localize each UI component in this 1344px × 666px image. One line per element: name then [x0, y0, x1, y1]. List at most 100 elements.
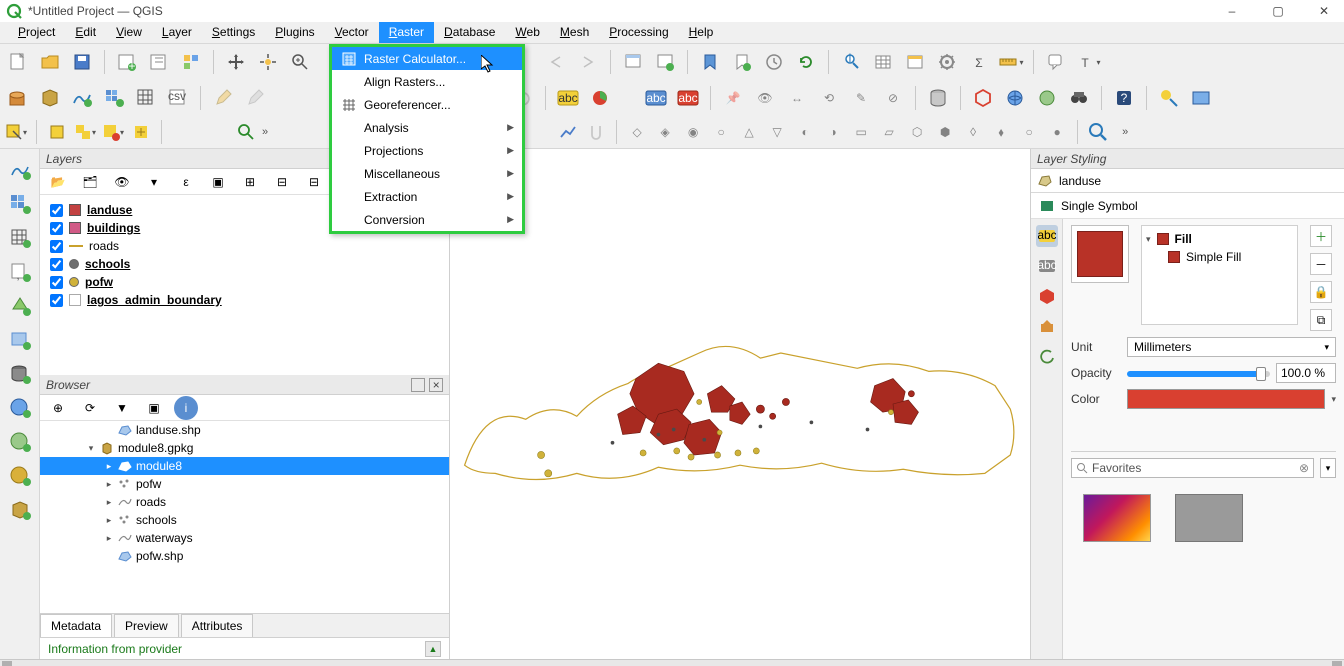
browser-item-roads[interactable]: ▸roads [40, 493, 449, 511]
favorites-search[interactable]: Favorites ⊗ [1071, 458, 1314, 478]
favorites-menu-button[interactable]: ▾ [1320, 458, 1336, 478]
labels-tab[interactable]: abc [1036, 255, 1058, 277]
add-geopackage-vbtn[interactable] [7, 497, 33, 523]
menu-raster[interactable]: Raster [379, 22, 434, 43]
database-button[interactable] [924, 84, 952, 112]
label-abc-blue-button[interactable]: abc [642, 84, 670, 112]
menu-project[interactable]: Project [8, 22, 65, 43]
fill-remove-button[interactable]: － [1310, 253, 1332, 275]
symbol-type-selector[interactable]: Single Symbol [1031, 193, 1344, 219]
plugin-binoculars-button[interactable] [1065, 84, 1093, 112]
map-canvas[interactable] [450, 149, 1030, 659]
toolbar-overflow-2[interactable]: » [1122, 126, 1128, 138]
layers-collapse-button[interactable]: ⊟ [270, 170, 294, 194]
browser-refresh-button[interactable]: ⟳ [78, 396, 102, 420]
menu-help[interactable]: Help [679, 22, 724, 43]
opacity-value-input[interactable]: 100.0 % [1276, 363, 1336, 383]
fill-add-button[interactable]: ＋ [1310, 225, 1332, 247]
deselect-button[interactable] [45, 120, 69, 144]
raster-menu-item-projections[interactable]: Projections▶ [332, 139, 522, 162]
pan-button[interactable] [222, 48, 250, 76]
browser-tab-attributes[interactable]: Attributes [181, 614, 254, 637]
plugin-misc2-button[interactable] [1187, 84, 1215, 112]
menu-view[interactable]: View [106, 22, 152, 43]
browser-item-module8[interactable]: ▸module8 [40, 457, 449, 475]
chart-line-button[interactable] [556, 120, 580, 144]
browser-item-module8-gpkg[interactable]: ▾module8.gpkg [40, 439, 449, 457]
menu-plugins[interactable]: Plugins [265, 22, 324, 43]
menu-web[interactable]: Web [505, 22, 549, 43]
new-geopackage-button[interactable] [36, 84, 64, 112]
grey-swatch[interactable] [1175, 494, 1243, 542]
add-wfs-vbtn[interactable] [7, 463, 33, 489]
new-map-view-button[interactable] [619, 48, 647, 76]
browser-add-button[interactable]: ⊕ [46, 396, 70, 420]
browser-properties-button[interactable]: i [174, 396, 198, 420]
layer-checkbox-roads[interactable] [50, 240, 63, 253]
add-delimited-text-button[interactable]: csv [164, 84, 192, 112]
browser-panel-close-button[interactable]: × [429, 378, 443, 392]
menu-processing[interactable]: Processing [599, 22, 678, 43]
add-vector-layer-button[interactable] [68, 84, 96, 112]
browser-item-pofw[interactable]: ▸pofw [40, 475, 449, 493]
raster-menu-item-align-rasters[interactable]: Align Rasters... [332, 70, 522, 93]
add-wms-vbtn[interactable] [7, 395, 33, 421]
color-button[interactable] [1127, 389, 1325, 409]
add-wcs-vbtn[interactable] [7, 429, 33, 455]
browser-item-landuse-shp[interactable]: landuse.shp [40, 421, 449, 439]
status-grip-right[interactable] [1332, 661, 1342, 666]
info-scroll-up-button[interactable]: ▲ [425, 641, 441, 657]
window-close-button[interactable]: ✕ [1310, 4, 1338, 18]
save-project-button[interactable] [68, 48, 96, 76]
raster-menu-item-raster-calculator[interactable]: Raster Calculator... [332, 47, 522, 70]
processing-toolbox-button[interactable] [933, 48, 961, 76]
layers-expr-button[interactable]: ε [174, 170, 198, 194]
new-project-button[interactable] [4, 48, 32, 76]
layers-remove-button[interactable]: ⊟ [302, 170, 326, 194]
raster-menu-item-miscellaneous[interactable]: Miscellaneous▶ [332, 162, 522, 185]
menu-settings[interactable]: Settings [202, 22, 265, 43]
attribute-table-button[interactable] [869, 48, 897, 76]
symbology-tab[interactable]: abc [1036, 225, 1058, 247]
browser-item-schools[interactable]: ▸schools [40, 511, 449, 529]
fill-copy-button[interactable]: ⧉ [1310, 309, 1332, 331]
show-layout-manager-button[interactable] [145, 48, 173, 76]
menu-edit[interactable]: Edit [65, 22, 106, 43]
annotation-button[interactable]: T▾ [1074, 48, 1102, 76]
menu-layer[interactable]: Layer [152, 22, 202, 43]
new-print-layout-button[interactable]: + [113, 48, 141, 76]
3d-tab[interactable] [1036, 285, 1058, 307]
browser-panel-float-button[interactable] [411, 378, 425, 392]
raster-menu-item-georeferencer[interactable]: Georeferencer... [332, 93, 522, 116]
fill-tree[interactable]: ▾Fill Simple Fill [1141, 225, 1298, 325]
add-delimited-vbtn[interactable]: , [7, 259, 33, 285]
raster-menu-item-extraction[interactable]: Extraction▶ [332, 185, 522, 208]
add-mesh-button[interactable] [132, 84, 160, 112]
layer-checkbox-lagos_admin_boundary[interactable] [50, 294, 63, 307]
identify-button[interactable]: i [837, 48, 865, 76]
help-button[interactable]: ? [1110, 84, 1138, 112]
select-all-button[interactable]: ▾ [73, 120, 97, 144]
layers-expand-button[interactable]: ⊞ [238, 170, 262, 194]
window-maximize-button[interactable]: ▢ [1264, 4, 1292, 18]
browser-collapse-button[interactable]: ▣ [142, 396, 166, 420]
diagram-button[interactable] [586, 84, 614, 112]
browser-tab-preview[interactable]: Preview [114, 614, 179, 637]
label-abc-red-button[interactable]: abc [674, 84, 702, 112]
style-manager-button[interactable] [177, 48, 205, 76]
temporal-button[interactable] [760, 48, 788, 76]
raster-menu-item-conversion[interactable]: Conversion▶ [332, 208, 522, 231]
new-bookmark-button[interactable] [696, 48, 724, 76]
maptip-button[interactable] [1042, 48, 1070, 76]
layers-group-button[interactable]: ▣ [206, 170, 230, 194]
unit-combo[interactable]: Millimeters▾ [1127, 337, 1336, 357]
select-by-expr-button[interactable]: ▾ [101, 120, 125, 144]
measure-button[interactable]: ▾ [997, 48, 1025, 76]
undo-tab[interactable] [1036, 345, 1058, 367]
browser-filter-button[interactable]: ▼ [110, 396, 134, 420]
add-mesh-vbtn[interactable] [7, 225, 33, 251]
plugin-globe-button[interactable] [1001, 84, 1029, 112]
label-toolbar-abc-button[interactable]: abc [554, 84, 582, 112]
layer-row-schools[interactable]: schools [44, 255, 445, 273]
plugin-globe2-button[interactable] [1033, 84, 1061, 112]
